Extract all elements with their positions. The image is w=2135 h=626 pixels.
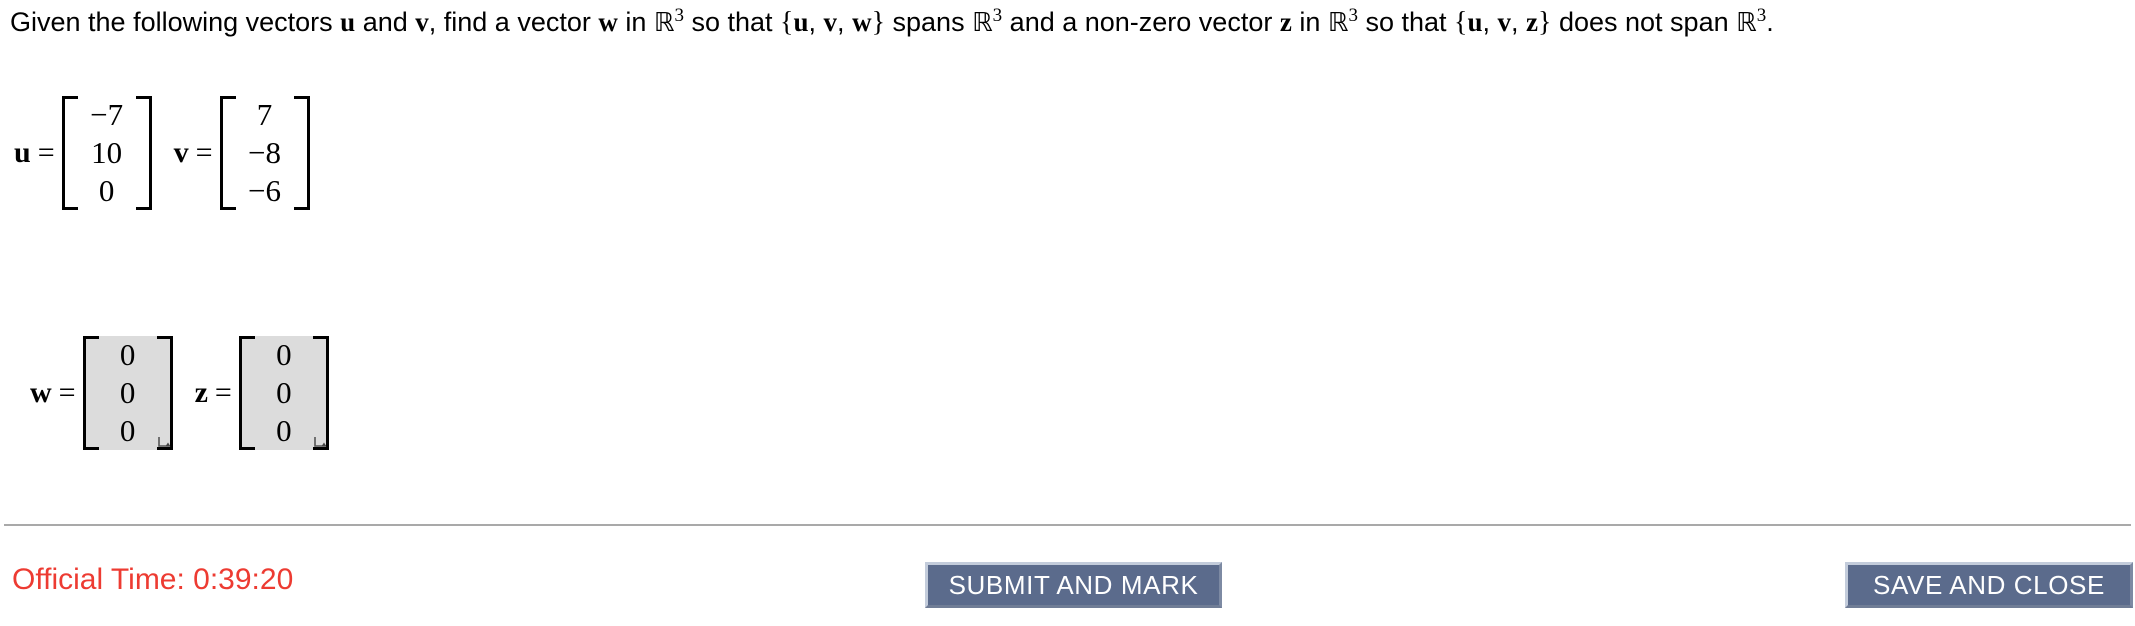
matrix-cell: 10 <box>91 135 123 170</box>
bracket-right <box>156 336 173 450</box>
set1-separator: , <box>837 7 853 37</box>
bracket-right <box>293 96 310 210</box>
answer-vector-z-equals: = <box>214 376 232 409</box>
bracket-left <box>82 336 99 450</box>
answer-vector-z-label: z <box>194 376 208 409</box>
real-field-exponent: 3 <box>674 5 684 26</box>
matrix-cell: −6 <box>248 173 282 208</box>
given-vector-u-equals: = <box>37 136 55 169</box>
resize-handle-icon[interactable] <box>157 435 172 449</box>
answer-input-cell[interactable]: 0 <box>120 412 136 450</box>
question-text-part: and <box>355 7 416 37</box>
given-vector-v-column: 7 −8 −6 <box>236 96 294 210</box>
set2-vector-v: v <box>1497 7 1512 37</box>
answer-input-cell[interactable]: 0 <box>120 374 136 412</box>
bracket-right <box>135 96 152 210</box>
official-time-label: Official Time: 0:39:20 <box>12 563 294 596</box>
bracket-right <box>312 336 329 450</box>
question-prompt: Given the following vectors u and v, fin… <box>10 2 2122 43</box>
question-text-part: , find a vector <box>428 7 599 37</box>
question-text-part: so that <box>1357 7 1455 37</box>
set2-vector-u: u <box>1467 7 1483 37</box>
set-brace-open: { <box>780 7 794 38</box>
given-vector-v-equals: = <box>195 136 213 169</box>
given-vector-u: u = −7 10 0 <box>14 96 152 210</box>
real-field-symbol: ℝ <box>1327 8 1349 38</box>
answer-vector-z-column[interactable]: 0 0 0 <box>255 336 313 450</box>
set-brace-open: { <box>1454 7 1468 38</box>
set-brace-close: } <box>1538 7 1552 38</box>
answer-vectors-row: w = 0 0 0 z = 0 0 0 <box>30 336 329 450</box>
footer-divider <box>4 524 2131 526</box>
vector-symbol-v: v <box>415 7 429 37</box>
answer-vector-w-column[interactable]: 0 0 0 <box>99 336 157 450</box>
question-text-part: and a non-zero vector <box>1002 7 1280 37</box>
set1-vector-u: u <box>793 7 809 37</box>
vector-symbol-z: z <box>1279 7 1292 37</box>
real-field-exponent: 3 <box>992 5 1003 26</box>
real-field-exponent: 3 <box>1756 5 1767 26</box>
given-vector-v: v = 7 −8 −6 <box>174 96 310 210</box>
answer-vector-w-equals: = <box>58 376 76 409</box>
given-vector-u-label: u <box>14 136 31 169</box>
set-brace-close: } <box>871 7 886 38</box>
bracket-left <box>219 96 236 210</box>
bracket-left <box>61 96 78 210</box>
matrix-cell: 0 <box>98 173 115 208</box>
question-text-part: does not span <box>1551 7 1737 37</box>
set1-vector-w: w <box>852 7 872 37</box>
question-text-part: spans <box>885 7 973 37</box>
set1-separator: , <box>808 7 824 37</box>
answer-input-cell[interactable]: 0 <box>120 336 136 374</box>
given-vectors-row: u = −7 10 0 v = 7 −8 −6 <box>14 96 310 210</box>
set2-separator: , <box>1482 7 1498 37</box>
real-field-exponent: 3 <box>1348 5 1358 26</box>
answer-vector-z: z = 0 0 0 <box>195 336 329 450</box>
real-field-symbol: ℝ <box>653 8 675 38</box>
answer-input-cell[interactable]: 0 <box>276 412 292 450</box>
answer-vector-w-label: w <box>30 376 52 409</box>
given-vector-u-matrix: −7 10 0 <box>61 96 152 210</box>
answer-input-cell[interactable]: 0 <box>276 336 292 374</box>
real-field-symbol: ℝ <box>1736 8 1757 38</box>
matrix-cell: −8 <box>248 135 282 170</box>
given-vector-v-matrix: 7 −8 −6 <box>219 96 310 210</box>
answer-vector-w-input-matrix[interactable]: 0 0 0 <box>82 336 173 450</box>
question-text-part: so that <box>683 7 781 37</box>
given-vector-v-label: v <box>173 136 189 169</box>
submit-and-mark-button[interactable]: SUBMIT AND MARK <box>925 562 1222 608</box>
question-text-part: in <box>1291 7 1328 37</box>
answer-vector-z-input-matrix[interactable]: 0 0 0 <box>238 336 329 450</box>
vector-symbol-w: w <box>598 7 618 37</box>
question-period: . <box>1766 7 1774 37</box>
set1-vector-v: v <box>823 7 838 37</box>
question-text-part: Given the following vectors <box>10 7 341 37</box>
answer-input-cell[interactable]: 0 <box>276 374 292 412</box>
vector-symbol-u: u <box>340 7 356 37</box>
question-text-part: in <box>617 7 654 37</box>
matrix-cell: −7 <box>90 97 124 132</box>
answer-vector-w: w = 0 0 0 <box>30 336 173 450</box>
real-field-symbol: ℝ <box>972 8 993 38</box>
resize-handle-icon[interactable] <box>314 435 328 449</box>
set2-vector-z: z <box>1526 7 1539 37</box>
save-and-close-button[interactable]: SAVE AND CLOSE <box>1845 562 2133 608</box>
given-vector-u-column: −7 10 0 <box>78 96 136 210</box>
set2-separator: , <box>1511 7 1527 37</box>
bracket-left <box>238 336 255 450</box>
matrix-cell: 7 <box>256 97 273 132</box>
